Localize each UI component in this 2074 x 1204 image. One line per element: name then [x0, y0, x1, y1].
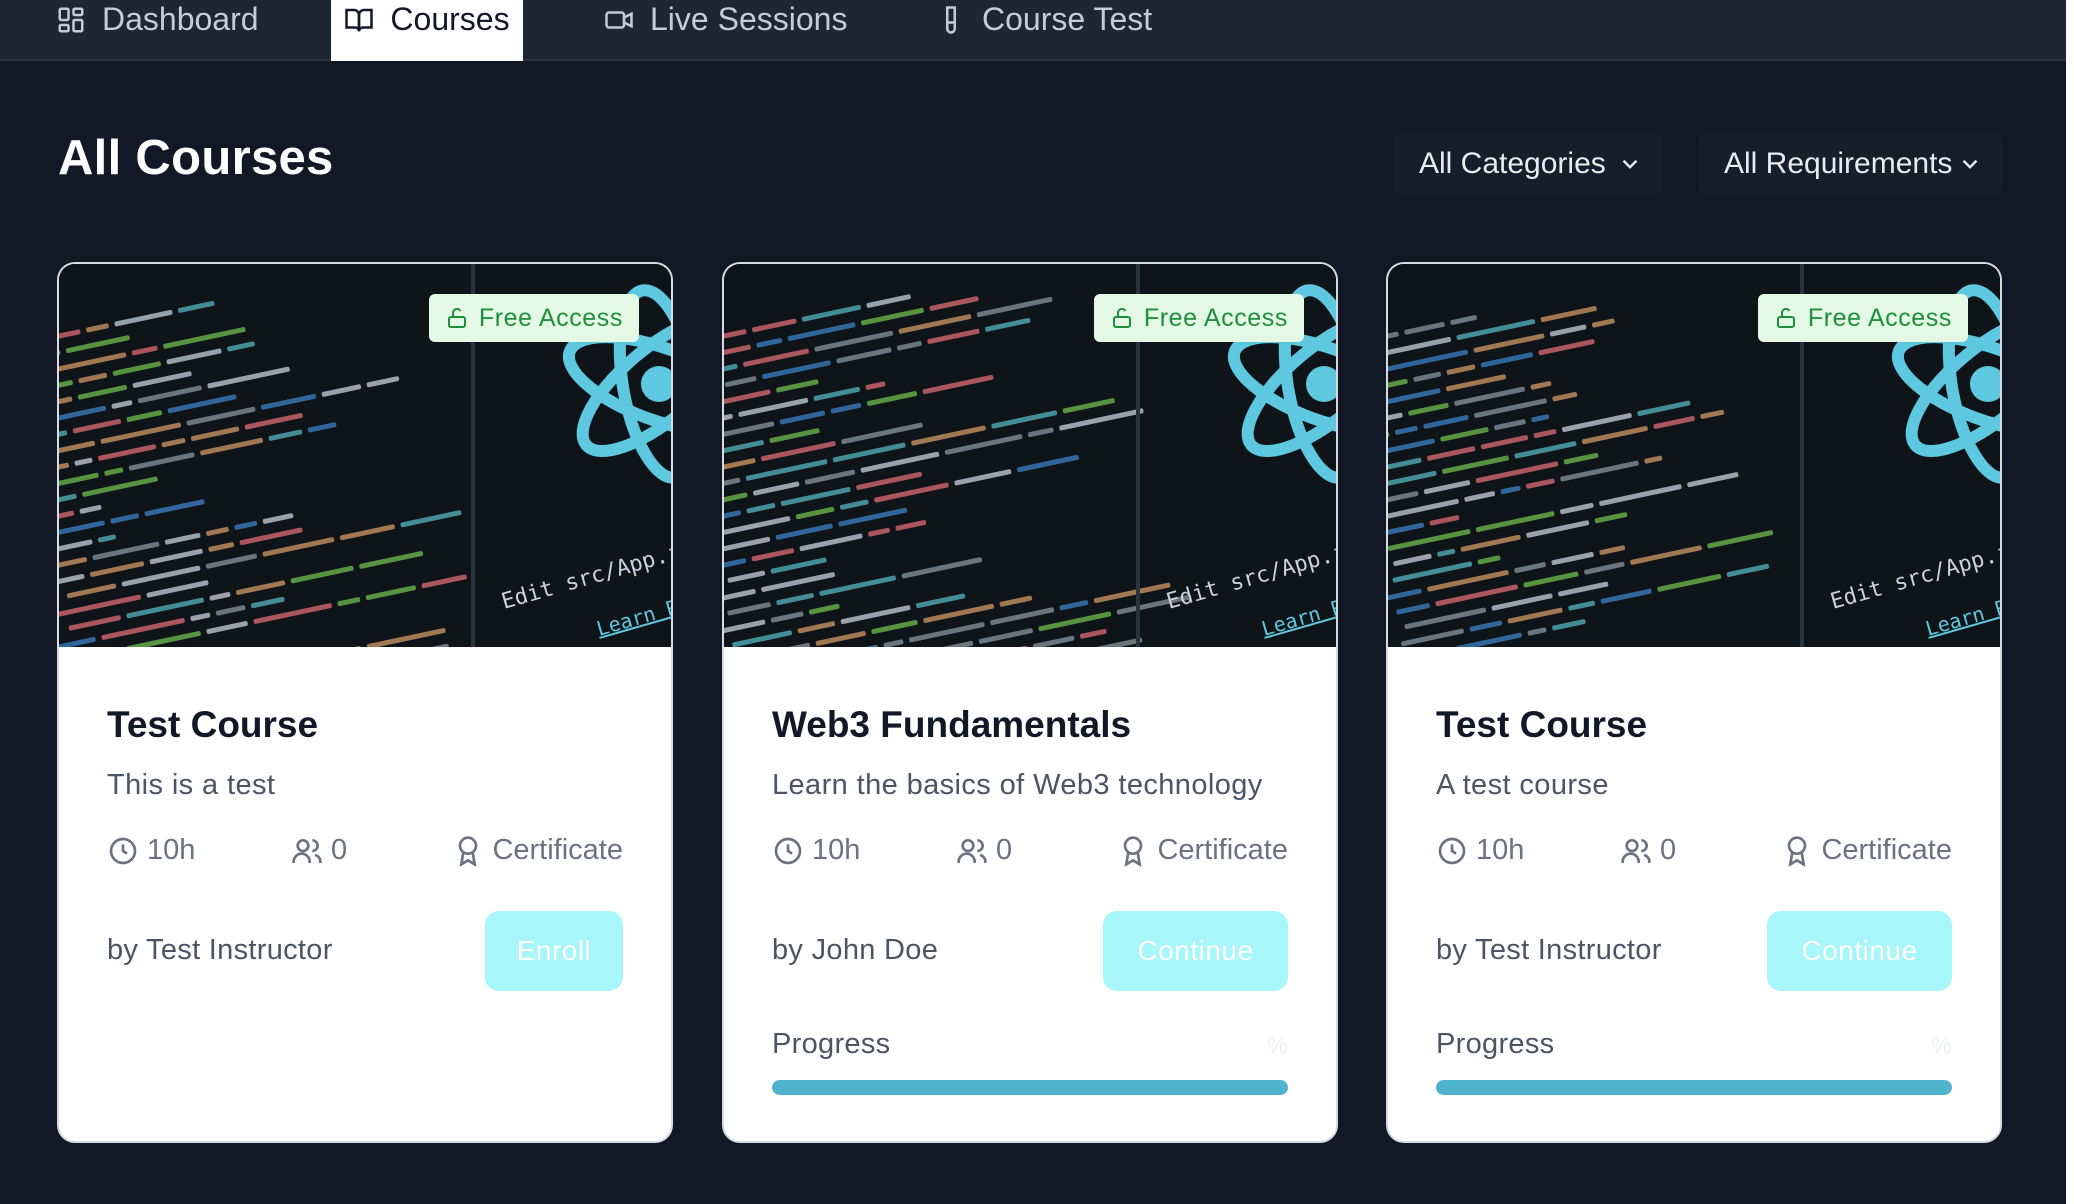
course-duration: 10h	[1436, 834, 1524, 867]
tab-courses-label: Courses	[390, 1, 510, 37]
award-icon	[459, 835, 478, 867]
chevron-down-icon	[1962, 159, 1978, 169]
continue-button[interactable]: Continue	[1103, 911, 1288, 991]
tab-courses[interactable]: Courses	[331, 0, 523, 61]
enroll-button[interactable]: Enroll	[485, 911, 623, 991]
free-access-badge: Free Access	[1757, 294, 1968, 342]
test-tube-icon	[946, 5, 956, 34]
course-title[interactable]: Test Course	[107, 704, 318, 746]
course-card[interactable]: Edit src/App.js andLearn Re Free Access …	[1386, 262, 2002, 1143]
badge-label: Free Access	[1807, 303, 1952, 332]
duration-value: 10h	[147, 834, 196, 866]
course-certificate: Certificate	[1117, 834, 1288, 867]
certificate-label: Certificate	[1157, 834, 1288, 866]
users-icon	[957, 838, 987, 863]
course-title[interactable]: Test Course	[1436, 704, 1647, 746]
course-instructor: by John Doe	[772, 934, 939, 966]
course-students: 0	[291, 834, 347, 867]
course-title[interactable]: Web3 Fundamentals	[772, 704, 1131, 746]
tab-live-sessions-label: Live Sessions	[650, 1, 848, 37]
progress-label: Progress	[772, 1028, 891, 1060]
badge-label: Free Access	[1143, 303, 1288, 332]
progress-percent: %	[1266, 1032, 1288, 1059]
progress-bar	[1436, 1080, 1952, 1095]
course-certificate: Certificate	[452, 834, 623, 867]
students-value: 0	[1660, 834, 1677, 866]
course-students: 0	[956, 834, 1012, 867]
top-navigation: Dashboard Courses Live Sessions Course T…	[0, 0, 2066, 61]
courses-page: Dashboard Courses Live Sessions Course T…	[0, 0, 2074, 1204]
users-icon	[1621, 838, 1651, 863]
page-title: All Courses	[58, 131, 334, 185]
progress-bar	[772, 1080, 1288, 1095]
dashboard-icon	[58, 7, 84, 32]
tab-live-sessions[interactable]: Live Sessions	[588, 0, 863, 61]
users-icon	[292, 838, 322, 863]
course-description: Learn the basics of Web3 technology	[772, 769, 1263, 801]
category-filter-dropdown[interactable]: All Categories	[1393, 133, 1663, 195]
certificate-label: Certificate	[492, 834, 623, 866]
course-card[interactable]: Edit src/App.js andLearn Re Free Access …	[722, 262, 1338, 1143]
free-access-badge: Free Access	[428, 294, 639, 342]
course-description: A test course	[1436, 769, 1609, 801]
course-instructor: by Test Instructor	[1436, 934, 1662, 966]
award-icon	[1124, 835, 1143, 867]
tab-dashboard-label: Dashboard	[102, 1, 259, 37]
free-access-badge: Free Access	[1093, 294, 1304, 342]
clock-icon	[109, 837, 137, 864]
duration-value: 10h	[812, 834, 861, 866]
continue-button[interactable]: Continue	[1767, 911, 1952, 991]
course-duration: 10h	[772, 834, 860, 867]
duration-value: 10h	[1476, 834, 1525, 866]
progress-bar-fill	[772, 1080, 1288, 1095]
course-certificate: Certificate	[1781, 834, 1952, 867]
students-value: 0	[331, 834, 348, 866]
unlock-icon	[1776, 307, 1795, 328]
course-card[interactable]: Edit src/App.js andLearn Re Free Access …	[57, 262, 673, 1143]
course-duration: 10h	[107, 834, 195, 867]
window-edge	[2066, 0, 2074, 1204]
category-filter-value: All Categories	[1419, 147, 1606, 180]
clock-icon	[1438, 837, 1466, 864]
tab-course-test[interactable]: Course Test	[920, 0, 1168, 61]
video-icon	[605, 10, 633, 29]
students-value: 0	[996, 834, 1013, 866]
chevron-down-icon	[1622, 159, 1638, 169]
progress-label: Progress	[1436, 1028, 1555, 1060]
tab-course-test-label: Course Test	[982, 1, 1153, 37]
book-icon	[345, 8, 374, 31]
clock-icon	[774, 837, 802, 864]
unlock-icon	[1112, 307, 1131, 328]
tab-dashboard[interactable]: Dashboard	[40, 0, 275, 61]
unlock-icon	[447, 307, 466, 328]
badge-label: Free Access	[478, 303, 623, 332]
course-description: This is a test	[107, 769, 276, 801]
requirement-filter-dropdown[interactable]: All Requirements	[1698, 133, 2003, 195]
course-students: 0	[1620, 834, 1676, 867]
award-icon	[1788, 835, 1807, 867]
progress-bar-fill	[1436, 1080, 1952, 1095]
certificate-label: Certificate	[1821, 834, 1952, 866]
progress-percent: %	[1930, 1032, 1952, 1059]
course-instructor: by Test Instructor	[107, 934, 333, 966]
requirement-filter-value: All Requirements	[1724, 147, 1953, 180]
